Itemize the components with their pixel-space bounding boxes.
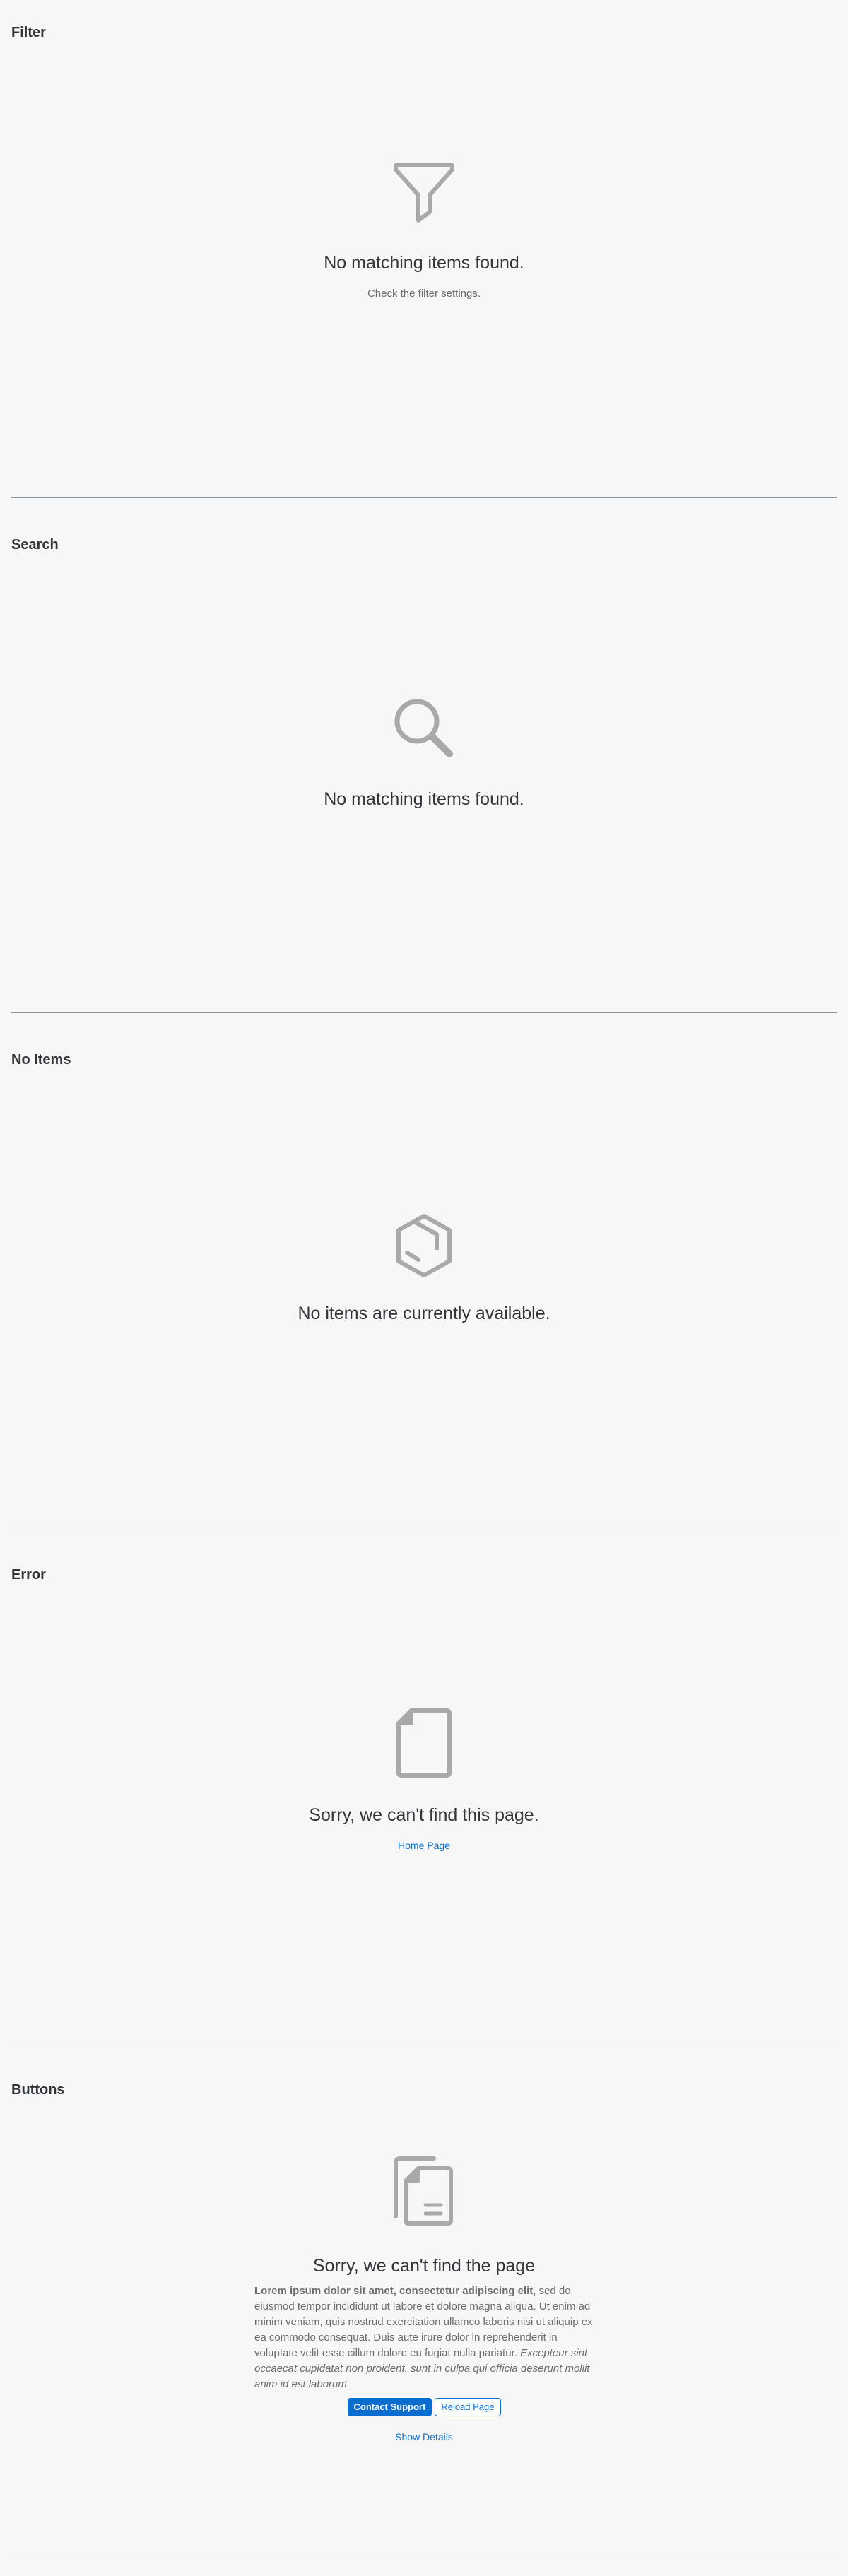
reload-page-button[interactable]: Reload Page — [435, 2398, 501, 2416]
error-section: Error Sorry, we can't find this page. Ho… — [11, 1528, 837, 2043]
documents-icon — [11, 2154, 837, 2228]
empty-state-title: No matching items found. — [324, 789, 524, 809]
buttons-empty-state: Sorry, we can't find the page — [11, 2154, 837, 2277]
show-details-link[interactable]: Show Details — [395, 2431, 453, 2442]
contact-support-button[interactable]: Contact Support — [347, 2398, 432, 2416]
empty-state-rich-text: Lorem ipsum dolor sit amet, consectetur … — [254, 2283, 594, 2392]
filter-empty-state: No matching items found. Check the filte… — [11, 161, 837, 301]
section-title-buttons: Buttons — [11, 2082, 65, 2098]
document-icon — [11, 1706, 837, 1780]
filter-section: Filter No matching items found. Check th… — [11, 0, 837, 495]
home-page-link[interactable]: Home Page — [398, 1840, 450, 1851]
no-items-section: No Items No items are currently availabl… — [11, 1012, 837, 1528]
search-section: Search No matching items found. — [11, 497, 837, 1013]
section-title-error: Error — [11, 1567, 46, 1583]
search-icon — [11, 697, 837, 760]
empty-state-description: Check the filter settings. — [367, 288, 481, 300]
box-icon — [11, 1212, 837, 1280]
buttons-section: Buttons Sorry, we can't find the page Lo… — [11, 2043, 837, 2558]
empty-state-title: Sorry, we can't find this page. — [309, 1805, 539, 1825]
action-buttons: Contact Support Reload Page — [11, 2398, 837, 2416]
section-title-filter: Filter — [11, 25, 46, 40]
search-empty-state: No matching items found. — [11, 697, 837, 810]
section-title-no-items: No Items — [11, 1052, 71, 1068]
empty-state-title: No items are currently available. — [298, 1304, 550, 1323]
error-empty-state: Sorry, we can't find this page. Home Pag… — [11, 1706, 837, 1853]
empty-state-title: Sorry, we can't find the page — [312, 2256, 536, 2276]
rich-text-bold: Lorem ipsum dolor sit amet, consectetur … — [254, 2285, 534, 2297]
filter-icon — [11, 161, 837, 223]
page: Filter No matching items found. Check th… — [0, 0, 848, 2576]
section-title-search: Search — [11, 537, 59, 553]
details-link-row: Show Details — [11, 2430, 837, 2443]
no-items-empty-state: No items are currently available. — [11, 1212, 837, 1325]
empty-state-title: No matching items found. — [324, 253, 524, 273]
